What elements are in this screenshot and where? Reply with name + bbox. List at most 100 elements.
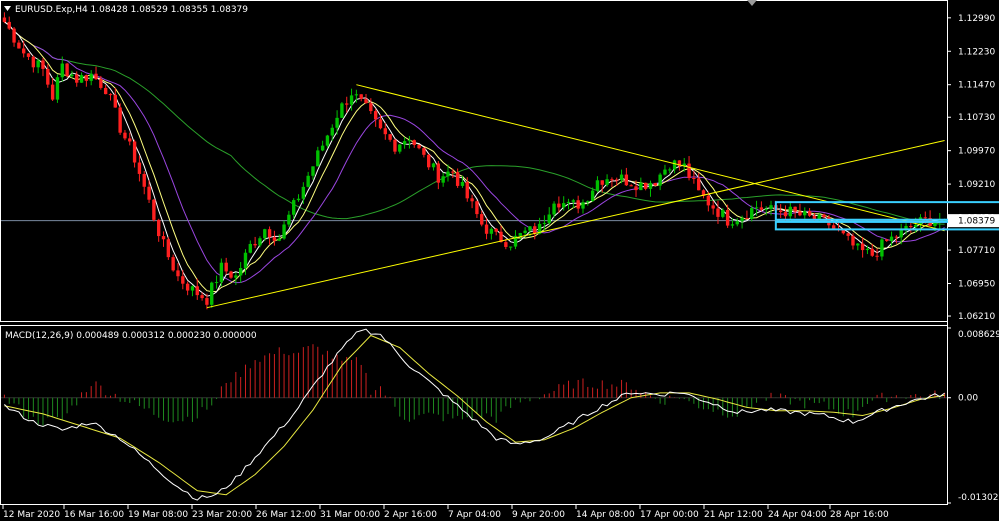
candle-body: [147, 186, 151, 200]
price-axis-label: 1.09210: [958, 180, 995, 190]
candle-body: [378, 119, 383, 129]
candle-body: [639, 182, 643, 191]
candle-body: [865, 248, 870, 251]
candle-body: [325, 135, 330, 146]
candle-body: [653, 182, 657, 186]
candle-body: [132, 141, 137, 163]
chart-canvas[interactable]: 1.12990 1.12230 1.11470 1.10730 1.09970 1.092…: [0, 0, 999, 521]
candle-body: [364, 98, 368, 104]
candle-body: [769, 205, 773, 209]
candle-body: [292, 200, 296, 215]
candle-body: [46, 68, 50, 85]
candle-body: [84, 75, 89, 81]
candle-body: [692, 178, 696, 180]
candle-body: [99, 79, 103, 88]
candle-body: [576, 200, 580, 209]
macd-axis-label: -0.013023: [958, 493, 999, 503]
candle-body: [856, 243, 860, 246]
candle-body: [427, 154, 431, 168]
candle-body: [171, 257, 175, 271]
candle-body: [590, 190, 595, 202]
candle-body: [26, 53, 31, 57]
candle-body: [55, 77, 60, 100]
candle-body: [436, 163, 441, 183]
candle-body: [711, 205, 715, 209]
candle-body: [349, 95, 354, 105]
candle-body: [316, 150, 320, 167]
candle-body: [417, 144, 421, 149]
candle-body: [552, 203, 556, 215]
candle-body: [123, 132, 127, 139]
candle-body: [470, 198, 474, 202]
candle-body: [725, 209, 730, 226]
candle-body: [494, 228, 498, 232]
candle-body: [354, 94, 359, 96]
price-axis-label: 1.12230: [958, 47, 995, 57]
candle-body: [619, 174, 624, 181]
candle-body: [431, 163, 436, 168]
candle-body: [460, 182, 465, 186]
candle-body: [301, 186, 306, 199]
moving-average-short-line: [4, 21, 945, 297]
candle-body: [195, 286, 199, 296]
candle-body: [60, 63, 64, 78]
candle-body: [311, 166, 315, 176]
candle-body: [730, 224, 735, 226]
trendline-upper[interactable]: [356, 84, 945, 232]
candle-body: [610, 179, 614, 181]
time-axis-label: 19 Mar 08:00: [128, 510, 188, 520]
candle-body: [860, 243, 865, 251]
time-axis-label: 2 Apr 16:00: [384, 510, 437, 520]
collapse-triangle-icon[interactable]: [4, 6, 11, 11]
candle-body: [373, 111, 378, 120]
candle-body: [17, 42, 21, 49]
candle-body: [277, 238, 281, 241]
candle-body: [306, 175, 310, 187]
candle-body: [388, 134, 392, 140]
candle-body: [219, 262, 224, 283]
candle-body: [142, 173, 146, 187]
chart-shift-marker-icon[interactable]: [747, 0, 757, 6]
candle-body: [687, 163, 691, 179]
time-axis-label: 31 Mar 00:00: [320, 510, 380, 520]
candle-body: [899, 229, 903, 238]
candle-body: [36, 60, 40, 68]
price-axis-label: 1.06950: [958, 279, 995, 289]
candle-body: [480, 214, 484, 225]
candle-body: [70, 74, 74, 77]
candle-body: [629, 185, 633, 187]
candle-body: [846, 233, 850, 236]
chart-window: 1.12990 1.12230 1.11470 1.10730 1.09970 1.092…: [0, 0, 999, 521]
current-price-tag: 1.08379: [948, 214, 999, 228]
candle-body: [65, 63, 69, 77]
candle-body: [335, 117, 339, 128]
candle-body: [562, 203, 566, 208]
candle-body: [706, 195, 711, 206]
candle-body: [340, 103, 344, 118]
candle-body: [451, 171, 455, 173]
candle-body: [566, 201, 571, 204]
candle-body: [2, 17, 7, 22]
macd-main-line: [4, 328, 945, 501]
macd-axis-label: 0.008629: [958, 330, 999, 340]
candle-body: [668, 169, 672, 171]
macd-header-label: MACD(12,26,9) 0.000489 0.000312 0.000230…: [5, 331, 257, 341]
candle-body: [745, 218, 749, 220]
candle-body: [12, 28, 16, 43]
candle-body: [634, 186, 638, 191]
candle-body: [176, 270, 180, 277]
candle-body: [320, 145, 325, 151]
candle-body: [210, 282, 214, 305]
candle-body: [330, 127, 334, 136]
candle-body: [672, 160, 677, 170]
price-axis-label: 1.09970: [958, 147, 995, 157]
candle-body: [118, 107, 122, 133]
candle-body: [248, 243, 252, 253]
candle-body: [489, 228, 494, 234]
candle-body: [359, 94, 363, 99]
candle-body: [586, 201, 590, 203]
candle-body: [803, 211, 807, 216]
moving-average-fast-line: [4, 21, 945, 293]
candle-body: [547, 214, 551, 223]
candle-body: [190, 286, 195, 291]
